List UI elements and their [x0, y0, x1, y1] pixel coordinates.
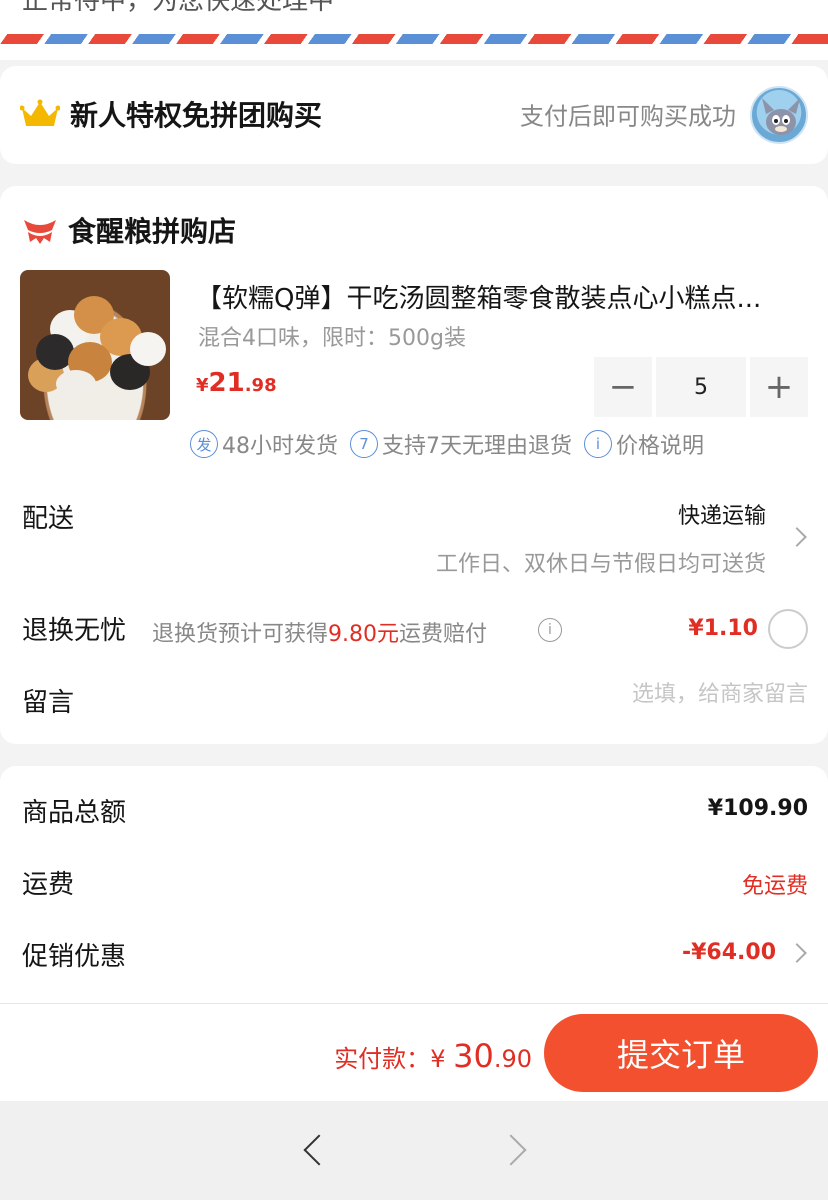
pay-label: 实付款：	[334, 1045, 431, 1073]
increase-button[interactable]: +	[750, 357, 808, 417]
service-return[interactable]: 7 支持7天无理由退货	[350, 428, 572, 460]
pay-decimal: .90	[493, 1045, 532, 1073]
pay-currency: ¥	[430, 1045, 446, 1073]
service-price-info[interactable]: i 价格说明	[584, 428, 704, 460]
price-integer: 21	[208, 368, 245, 398]
amount-payable: 实付款：¥ 30.90	[334, 1037, 532, 1075]
message-input[interactable]	[508, 682, 808, 707]
browser-nav-bar	[0, 1101, 828, 1200]
privilege-title: 新人特权免拼团购买	[70, 99, 323, 132]
return-insurance-radio[interactable]	[768, 609, 808, 649]
order-card: 食醒粮拼购店 【软糯Q弹】干吃汤圆整箱零食散装点心小糕点... 混合4口味，限时…	[0, 186, 828, 744]
forward-arrow-icon[interactable]	[495, 1134, 527, 1166]
store-name[interactable]: 食醒粮拼购店	[68, 210, 236, 250]
chevron-right-icon[interactable]	[787, 527, 807, 547]
privilege-card: 新人特权免拼团购买 支付后即可购买成功	[0, 66, 828, 164]
return-label: 退换无忧	[22, 616, 127, 646]
avatar[interactable]	[750, 86, 808, 144]
info-icon[interactable]: i	[538, 618, 562, 642]
info-icon: i	[584, 430, 612, 458]
price-decimal: .98	[244, 375, 277, 396]
shipping-row: 运费 免运费	[22, 864, 808, 900]
checkout-bar: 实付款：¥ 30.90 提交订单	[0, 1003, 828, 1101]
message-label: 留言	[22, 688, 75, 718]
top-status-strip: 正常待中，为您快速处理中	[0, 0, 828, 60]
service-shipping[interactable]: 发 48小时发货	[190, 428, 338, 460]
promo-value: -¥64.00	[681, 940, 776, 965]
shipping-value: 免运费	[741, 874, 808, 899]
product-image[interactable]	[20, 270, 170, 420]
airmail-border	[0, 34, 828, 44]
seven-day-icon: 7	[350, 430, 378, 458]
delivery-label: 配送	[22, 504, 75, 534]
quantity-value[interactable]: 5	[656, 357, 746, 417]
product-title[interactable]: 【软糯Q弹】干吃汤圆整箱零食散装点心小糕点...	[196, 278, 810, 315]
privilege-hint: 支付后即可购买成功	[520, 102, 736, 131]
shipping-badge-icon: 发	[190, 430, 218, 458]
goods-total-value: ¥109.90	[707, 796, 808, 821]
service-label: 价格说明	[616, 434, 705, 459]
return-desc-prefix: 退换货预计可获得	[152, 622, 329, 647]
service-label: 48小时发货	[222, 434, 338, 459]
chevron-right-icon[interactable]	[787, 943, 807, 963]
return-fee: ¥1.10	[688, 616, 758, 641]
price-currency: ¥	[196, 375, 209, 396]
delivery-note: 工作日、双休日与节假日均可送货	[435, 552, 766, 577]
crown-icon	[20, 99, 60, 126]
pay-integer: 30	[453, 1037, 494, 1075]
service-tags: 发 48小时发货 7 支持7天无理由退货 i 价格说明	[190, 428, 716, 460]
goods-total-label: 商品总额	[22, 798, 127, 828]
summary-card: 商品总额 ¥109.90 运费 免运费 促销优惠 -¥64.00	[0, 766, 828, 1006]
decrease-button[interactable]: −	[594, 357, 652, 417]
goods-total-row: 商品总额 ¥109.90	[22, 792, 808, 828]
submit-order-button[interactable]: 提交订单	[544, 1014, 818, 1092]
product-price: ¥21.98	[196, 368, 277, 398]
return-desc-amount: 9.80元	[328, 622, 400, 647]
status-text: 正常待中，为您快速处理中	[22, 0, 335, 16]
promo-label: 促销优惠	[22, 942, 127, 972]
shipping-label: 运费	[22, 870, 75, 900]
return-description: 退换货预计可获得9.80元运费赔付	[152, 616, 487, 648]
delivery-method[interactable]: 快递运输	[678, 498, 766, 530]
quantity-stepper: − 5 +	[594, 357, 808, 417]
service-label: 支持7天无理由退货	[382, 434, 572, 459]
return-desc-suffix: 运费赔付	[399, 622, 488, 647]
promo-row[interactable]: 促销优惠 -¥64.00	[22, 936, 808, 972]
product-spec[interactable]: 混合4口味，限时：500g装	[198, 320, 466, 352]
back-arrow-icon[interactable]	[303, 1134, 335, 1166]
store-icon	[24, 220, 56, 244]
